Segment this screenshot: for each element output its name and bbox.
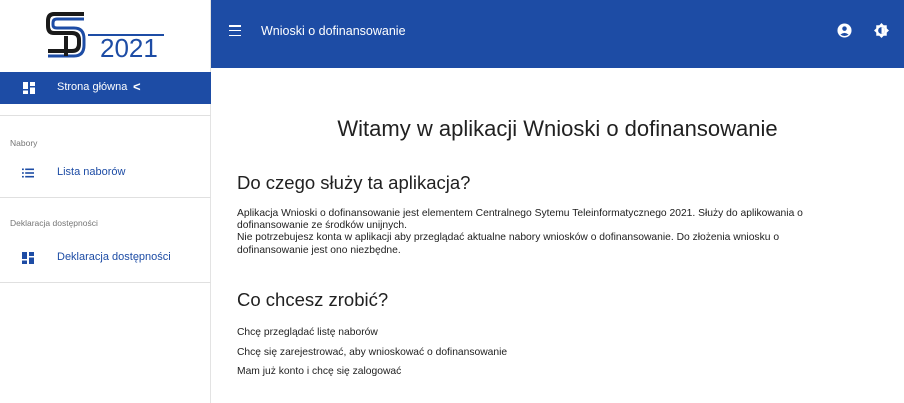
actions-heading: Co chcesz zrobić? (237, 289, 389, 310)
purpose-line: Nie potrzebujesz konta w aplikacji aby p… (237, 232, 780, 244)
account-icon[interactable] (837, 23, 852, 38)
sidebar-item-deklaracja[interactable]: Deklaracja dostępności (0, 243, 211, 273)
sidebar-item-label: Lista naborów (57, 166, 126, 178)
purpose-paragraph: Aplikacja Wnioski o dofinansowanie jest … (237, 208, 902, 257)
register-link[interactable]: Chcę się zarejestrować, aby wnioskować o… (237, 347, 507, 358)
sidebar-item-lista-naborow[interactable]: Lista naborów (0, 158, 211, 188)
chevron-left-icon[interactable]: < (133, 79, 141, 94)
sidebar: 2021 Strona główna < Nabory Lista naboró… (0, 0, 211, 403)
app-title: Wnioski o dofinansowanie (261, 24, 406, 38)
purpose-line: dofinansowanie ze środków unijnych. (237, 220, 407, 232)
login-link[interactable]: Mam już konto i chcę się zalogować (237, 366, 401, 377)
logo-year: 2021 (100, 33, 158, 63)
purpose-line: Aplikacja Wnioski o dofinansowanie jest … (237, 208, 803, 219)
sidebar-item-label: Deklaracja dostępności (57, 251, 171, 263)
dashboard-icon (23, 82, 35, 94)
browse-calls-link[interactable]: Chcę przeglądać listę naborów (237, 327, 378, 338)
contrast-icon[interactable] (874, 23, 889, 38)
sidebar-item-home[interactable]: Strona główna < (0, 72, 211, 104)
sidebar-divider (0, 197, 211, 198)
app-header: Wnioski o dofinansowanie (211, 0, 904, 68)
purpose-line: dofinansowanie jest ono niezbędne. (237, 244, 401, 256)
main-content: Witamy w aplikacji Wnioski o dofinansowa… (211, 68, 904, 403)
dashboard-icon (22, 252, 34, 264)
cst2021-logo[interactable]: 2021 (0, 0, 211, 72)
page-title: Witamy w aplikacji Wnioski o dofinansowa… (337, 116, 778, 141)
sidebar-divider (0, 282, 211, 283)
sidebar-section-deklaracja: Deklaracja dostępności (10, 218, 98, 228)
sidebar-section-nabory: Nabory (10, 138, 38, 148)
sidebar-item-home-label: Strona główna (57, 81, 128, 93)
purpose-heading: Do czego służy ta aplikacja? (237, 172, 471, 193)
sidebar-divider (0, 115, 211, 116)
list-icon (22, 168, 34, 178)
menu-icon[interactable] (229, 25, 241, 37)
